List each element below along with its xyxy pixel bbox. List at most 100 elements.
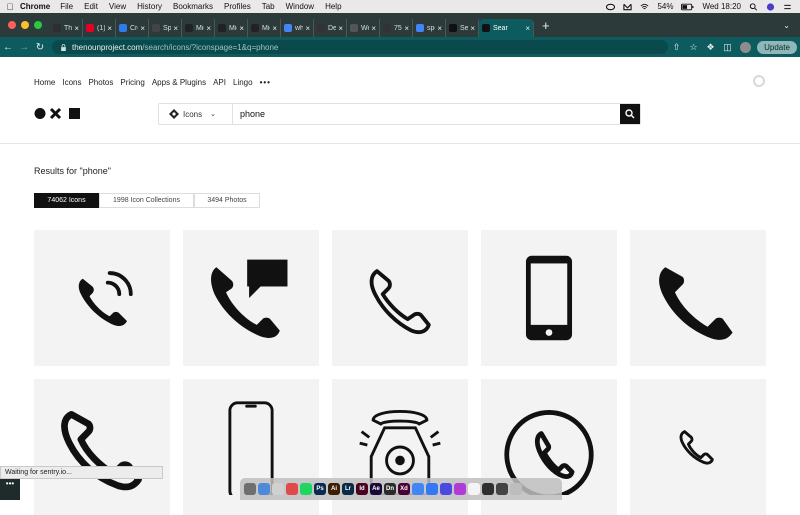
close-tab-icon[interactable]: ×	[272, 24, 277, 33]
extensions-puzzle-icon[interactable]: ❖	[702, 42, 719, 53]
gmail-icon[interactable]	[623, 3, 633, 11]
close-window-button[interactable]	[8, 21, 16, 29]
menu-file[interactable]: File	[60, 2, 73, 11]
search-type-select[interactable]: Icons ⌄	[159, 104, 233, 124]
browser-tab[interactable]: whe×	[281, 19, 314, 37]
nav-apps-plugins[interactable]: Apps & Plugins	[152, 78, 206, 87]
browser-tab[interactable]: Crea×	[116, 19, 149, 37]
dock-app-icon[interactable]	[454, 483, 466, 495]
browser-tab[interactable]: Wed×	[347, 19, 380, 37]
tab-search-chevron-icon[interactable]: ⌄	[783, 21, 790, 30]
icon-result-card[interactable]	[183, 230, 319, 366]
back-button[interactable]: ←	[0, 42, 16, 53]
close-tab-icon[interactable]: ×	[74, 24, 79, 33]
dock-app-icon[interactable]	[482, 483, 494, 495]
filter-icons[interactable]: 74062 Icons	[34, 193, 99, 208]
wifi-icon[interactable]	[640, 3, 649, 11]
bookmark-star-icon[interactable]: ☆	[685, 42, 702, 53]
close-tab-icon[interactable]: ×	[173, 24, 178, 33]
close-tab-icon[interactable]: ×	[437, 24, 442, 33]
menu-view[interactable]: View	[109, 2, 126, 11]
menu-tab[interactable]: Tab	[262, 2, 275, 11]
search-spotlight-icon[interactable]	[749, 2, 758, 11]
menubar-clock[interactable]: Wed 18:20	[702, 2, 741, 11]
icon-result-card[interactable]	[34, 230, 170, 366]
icon-result-card[interactable]	[630, 379, 766, 515]
nav-more-button[interactable]: •••	[260, 78, 271, 87]
search-button[interactable]	[620, 104, 640, 124]
close-tab-icon[interactable]: ×	[140, 24, 145, 33]
dock-app-icon[interactable]	[286, 483, 298, 495]
browser-tab[interactable]: The×	[50, 19, 83, 37]
forward-button[interactable]: →	[16, 42, 32, 53]
nav-photos[interactable]: Photos	[88, 78, 113, 87]
dock-app-icon[interactable]: Xd	[398, 483, 410, 495]
noun-project-logo[interactable]	[34, 107, 82, 120]
dock-side-menu-button[interactable]: •••	[0, 479, 20, 500]
address-bar[interactable]: thenounproject.com/search/icons/?iconspa…	[52, 40, 668, 54]
new-tab-button[interactable]: +	[542, 18, 550, 33]
dock-app-icon[interactable]	[244, 483, 256, 495]
icon-result-card[interactable]	[630, 230, 766, 366]
control-center-icon[interactable]	[783, 3, 792, 11]
minimize-window-button[interactable]	[21, 21, 29, 29]
close-tab-icon[interactable]: ×	[404, 24, 409, 33]
close-tab-icon[interactable]: ×	[338, 24, 343, 33]
apple-menu-icon[interactable]: 	[0, 2, 20, 12]
dock-app-icon[interactable]	[412, 483, 424, 495]
update-button[interactable]: Update	[757, 40, 797, 54]
creative-cloud-icon[interactable]	[606, 3, 616, 11]
user-account-icon[interactable]	[753, 75, 765, 87]
close-tab-icon[interactable]: ×	[525, 24, 530, 33]
search-input[interactable]: phone	[233, 104, 620, 124]
dock-app-icon[interactable]	[426, 483, 438, 495]
filter-icon-collections[interactable]: 1998 Icon Collections	[99, 193, 194, 208]
dock-app-icon[interactable]	[496, 483, 508, 495]
dock-app-icon[interactable]	[468, 483, 480, 495]
siri-icon[interactable]	[766, 2, 775, 11]
icon-result-card[interactable]	[481, 230, 617, 366]
nav-lingo[interactable]: Lingo	[233, 78, 253, 87]
nav-pricing[interactable]: Pricing	[120, 78, 144, 87]
lock-icon[interactable]	[60, 43, 67, 51]
dock-app-icon[interactable]: Ae	[370, 483, 382, 495]
dock-app-icon[interactable]	[272, 483, 284, 495]
nav-api[interactable]: API	[213, 78, 226, 87]
dock-app-icon[interactable]	[300, 483, 312, 495]
menu-edit[interactable]: Edit	[84, 2, 98, 11]
dock-app-icon[interactable]: Id	[356, 483, 368, 495]
dock-app-icon[interactable]: Lr	[342, 483, 354, 495]
menu-help[interactable]: Help	[325, 2, 341, 11]
menu-history[interactable]: History	[137, 2, 162, 11]
dock-app-icon[interactable]: Ai	[328, 483, 340, 495]
close-tab-icon[interactable]: ×	[239, 24, 244, 33]
close-tab-icon[interactable]: ×	[305, 24, 310, 33]
close-tab-icon[interactable]: ×	[206, 24, 211, 33]
menu-window[interactable]: Window	[286, 2, 314, 11]
profile-avatar[interactable]	[740, 41, 751, 53]
side-panel-icon[interactable]: ◫	[719, 42, 736, 53]
reload-button[interactable]: ↻	[32, 42, 48, 53]
browser-tab[interactable]: Spot×	[149, 19, 182, 37]
browser-tab[interactable]: Micr×	[182, 19, 215, 37]
filter-photos[interactable]: 3494 Photos	[194, 193, 260, 208]
icon-result-card[interactable]	[34, 379, 170, 515]
share-icon[interactable]: ⇧	[668, 42, 685, 53]
browser-tab[interactable]: 750×	[380, 19, 413, 37]
nav-home[interactable]: Home	[34, 78, 55, 87]
menu-bookmarks[interactable]: Bookmarks	[173, 2, 213, 11]
close-tab-icon[interactable]: ×	[470, 24, 475, 33]
dock-app-icon[interactable]	[258, 483, 270, 495]
browser-tab[interactable]: Micr×	[215, 19, 248, 37]
browser-tab[interactable]: Sear×	[446, 19, 479, 37]
browser-tab[interactable]: Micr×	[248, 19, 281, 37]
browser-tab[interactable]: Des×	[314, 19, 347, 37]
icon-result-card[interactable]	[332, 230, 468, 366]
dock-app-icon[interactable]	[440, 483, 452, 495]
close-tab-icon[interactable]: ×	[107, 24, 112, 33]
close-tab-icon[interactable]: ×	[371, 24, 376, 33]
nav-icons[interactable]: Icons	[62, 78, 81, 87]
dock-app-icon[interactable]	[510, 483, 522, 495]
zoom-window-button[interactable]	[34, 21, 42, 29]
menu-app-name[interactable]: Chrome	[20, 2, 50, 11]
